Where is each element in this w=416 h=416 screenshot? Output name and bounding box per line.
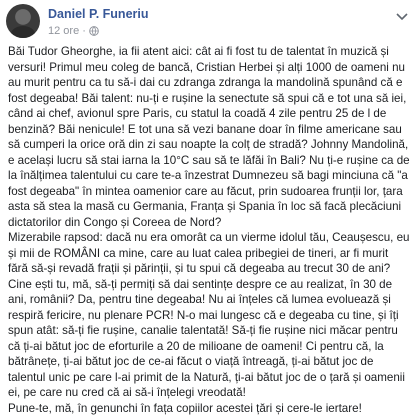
post-options-chevron-icon[interactable] [396,8,408,26]
author-name[interactable]: Daniel P. Funeriu [48,7,149,21]
post-timestamp[interactable]: 12 ore [48,24,79,38]
facebook-post: Daniel P. Funeriu 12 ore · Băi Tudor Ghe… [0,0,416,411]
post-paragraph: Mizerabile rapsod: dacă nu era omorât ca… [8,230,410,401]
author-avatar[interactable] [6,4,40,38]
post-header: Daniel P. Funeriu 12 ore · [6,4,149,40]
post-body: Băi Tudor Gheorghe, ia fii atent aici: c… [8,44,410,416]
post-paragraph: Pune-te, mă, în genunchi în fața copiilo… [8,401,410,416]
post-meta: Daniel P. Funeriu 12 ore · [48,7,149,38]
post-paragraph: Băi Tudor Gheorghe, ia fii atent aici: c… [8,44,410,230]
globe-icon[interactable] [89,26,99,36]
separator-dot: · [82,24,86,38]
post-subline: 12 ore · [48,24,149,38]
